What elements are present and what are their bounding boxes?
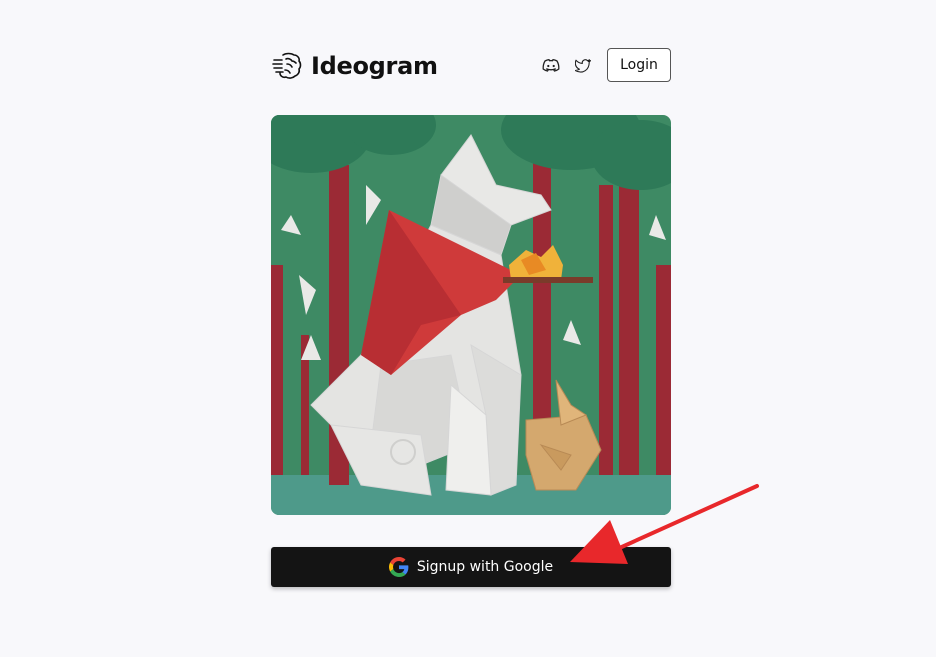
header: Ideogram Login <box>271 48 671 84</box>
brain-icon <box>272 52 302 79</box>
twitter-link[interactable] <box>573 56 593 76</box>
login-button[interactable]: Login <box>607 48 671 82</box>
brand-logo[interactable]: Ideogram <box>271 48 438 84</box>
hero-image <box>271 115 671 515</box>
discord-link[interactable] <box>541 56 561 76</box>
google-icon <box>388 557 409 577</box>
red-arrow-icon <box>570 484 759 564</box>
papercraft-wolf-illustration <box>271 115 671 515</box>
brand-name: Ideogram <box>311 52 438 80</box>
discord-icon <box>542 59 560 72</box>
twitter-icon <box>575 59 591 73</box>
signup-google-label: Signup with Google <box>416 559 554 575</box>
